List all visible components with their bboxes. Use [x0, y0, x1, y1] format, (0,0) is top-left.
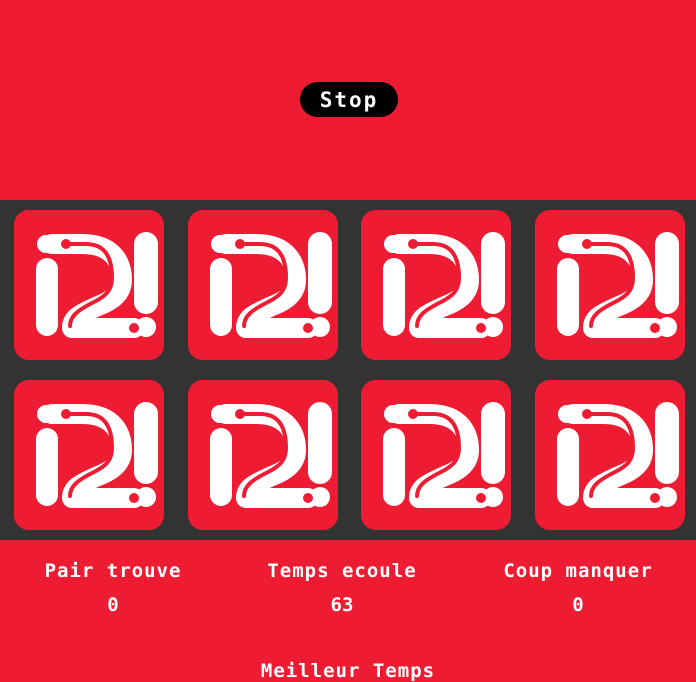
misses-stat: Coup manquer 0	[482, 560, 674, 616]
card[interactable]	[535, 380, 685, 530]
card-logo-icon	[361, 380, 511, 530]
elapsed-time-value: 63	[330, 594, 354, 616]
card[interactable]	[361, 380, 511, 530]
pairs-found-stat: Pair trouve 0	[24, 560, 202, 616]
card-logo-icon	[361, 210, 511, 360]
card-logo-icon	[188, 380, 338, 530]
card[interactable]	[361, 210, 511, 360]
stop-button[interactable]: Stop	[300, 82, 398, 117]
card[interactable]	[535, 210, 685, 360]
card[interactable]	[188, 380, 338, 530]
pairs-found-value: 0	[107, 594, 119, 616]
top-bar: Stop	[0, 0, 696, 200]
card-logo-icon	[188, 210, 338, 360]
card[interactable]	[14, 380, 164, 530]
stats-panel: Pair trouve 0 Temps ecoule 63 Coup manqu…	[0, 540, 696, 682]
best-time-label: Meilleur Temps	[260, 660, 436, 682]
elapsed-time-label: Temps ecoule	[267, 560, 417, 582]
card-logo-icon	[535, 210, 685, 360]
pairs-found-label: Pair trouve	[44, 560, 182, 582]
card[interactable]	[14, 210, 164, 360]
card-logo-icon	[535, 380, 685, 530]
card-logo-icon	[14, 210, 164, 360]
elapsed-time-stat: Temps ecoule 63	[246, 560, 438, 616]
misses-value: 0	[572, 594, 584, 616]
card[interactable]	[188, 210, 338, 360]
misses-label: Coup manquer	[503, 560, 653, 582]
game-board	[0, 200, 696, 540]
card-logo-icon	[14, 380, 164, 530]
